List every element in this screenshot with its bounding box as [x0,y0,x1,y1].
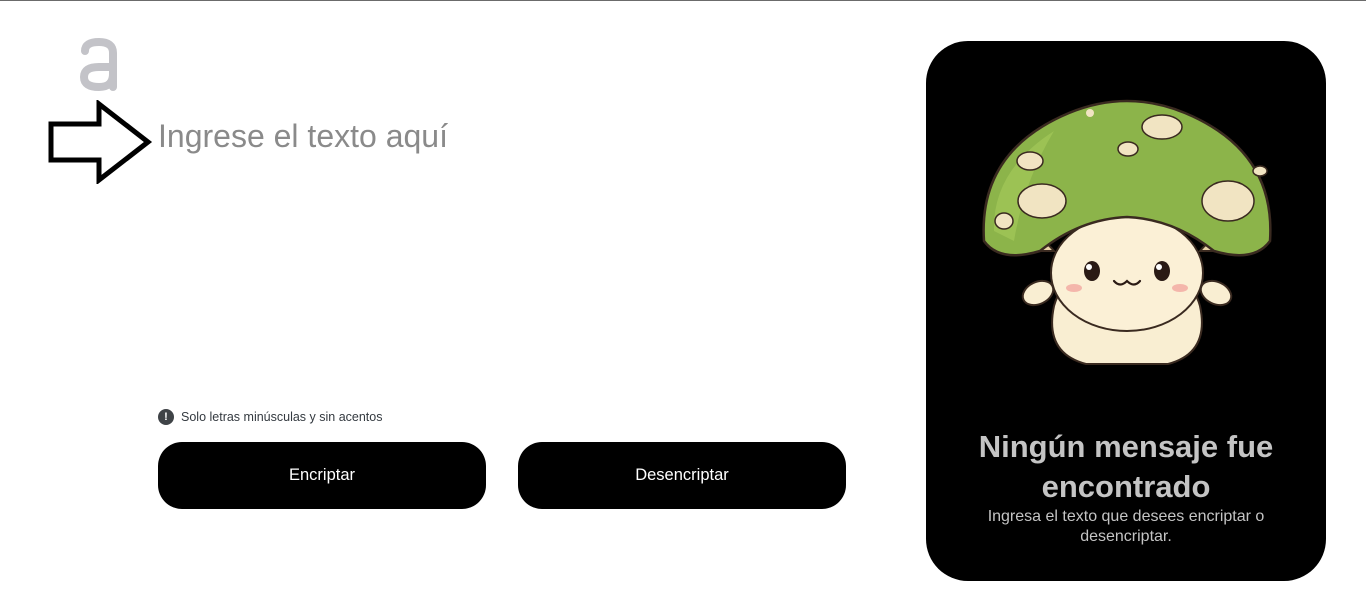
empty-state-subtitle: Ingresa el texto que desees encriptar o … [987,508,1265,545]
exclamation-circle-icon: ! [158,409,174,425]
encrypt-button[interactable]: Encriptar [158,442,486,509]
top-border [0,0,1366,1]
empty-state-title: Ningún mensaje fue encontrado [978,429,1274,504]
input-hint: ! Solo letras minúsculas y sin acentos [158,408,382,426]
result-panel: Ningún mensaje fue encontrado Ingresa el… [926,41,1326,581]
message-input[interactable] [158,118,878,388]
input-hint-text: Solo letras minúsculas y sin acentos [181,410,383,424]
alura-logo-icon [79,38,117,92]
decrypt-button[interactable]: Desencriptar [518,442,846,509]
arrow-right-outline-icon [48,100,153,184]
mushroom-character-icon [982,99,1272,365]
